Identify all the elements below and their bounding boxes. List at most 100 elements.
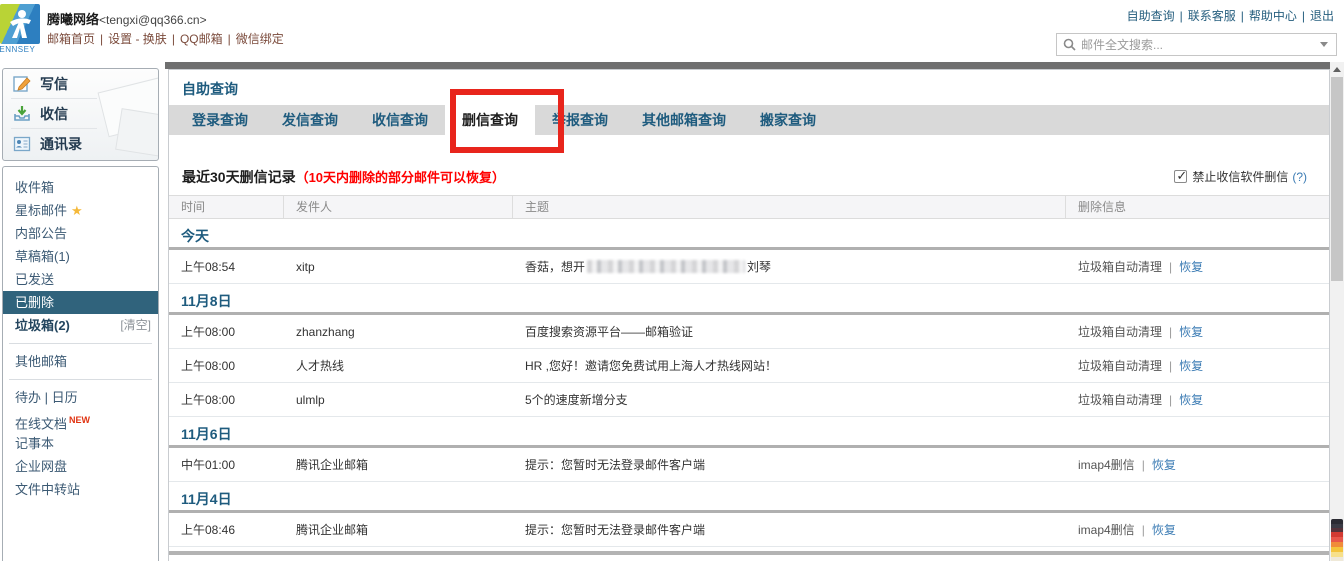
- record-header-row: 最近30天删信记录（10天内删除的部分邮件可以恢复） 禁止收信软件删信 (?): [182, 167, 1315, 187]
- top-link-separator: |: [1302, 9, 1305, 23]
- empty-spam-link[interactable]: [清空]: [120, 314, 151, 337]
- row-delete-info: 垃圾箱自动清理 | 恢复: [1066, 357, 1329, 374]
- restore-link[interactable]: 恢复: [1179, 393, 1203, 407]
- link-logout[interactable]: 退出: [1310, 9, 1334, 23]
- brand-logo: TENNSEY: [0, 4, 44, 56]
- account-info: 腾曦网络<tengxi@qq366.cn>: [47, 9, 207, 28]
- mail-search-box[interactable]: [1056, 33, 1337, 56]
- contacts-icon: [13, 135, 31, 153]
- row-time: 上午08:00: [169, 357, 284, 374]
- main-panel: 自助查询 登录查询 发信查询 收信查询 删信查询 举报查询 其他邮箱查询 搬家查…: [168, 69, 1330, 561]
- row-subject: 提示：您暂时无法登录邮件客户端: [513, 456, 1066, 473]
- table-row: 中午01:00 腾讯企业邮箱 提示：您暂时无法登录邮件客户端 imap4删信|恢…: [169, 448, 1329, 482]
- restore-link[interactable]: 恢复: [1179, 359, 1203, 373]
- sidebar-item-sent[interactable]: 已发送: [3, 268, 158, 291]
- sidebar-item-internal-announcements[interactable]: 内部公告: [3, 222, 158, 245]
- sidebar-item-other-mailboxes[interactable]: 其他邮箱: [3, 350, 158, 373]
- delete-reason: imap4删信: [1078, 458, 1135, 472]
- tab-report-query[interactable]: 举报查询: [535, 105, 625, 135]
- folder-label: 已删除: [15, 295, 54, 310]
- receive-mail-button[interactable]: 收信: [3, 99, 158, 129]
- nav-link-wechat-bind[interactable]: 微信绑定: [236, 32, 284, 46]
- nav-link-mail-home[interactable]: 邮箱首页: [47, 32, 95, 46]
- restore-link[interactable]: 恢复: [1152, 523, 1176, 537]
- sidebar-item-file-transfer[interactable]: 文件中转站: [3, 478, 158, 501]
- folder-label: 在线文档: [15, 416, 67, 431]
- row-time: 上午08:54: [169, 258, 284, 275]
- link-contact-support[interactable]: 联系客服: [1188, 9, 1236, 23]
- tab-other-mailbox-query[interactable]: 其他邮箱查询: [625, 105, 743, 135]
- deleted-mail-table: 今天 上午08:54 xitp 香菇，想开刘琴 垃圾箱自动清理|恢复 11月8日…: [169, 219, 1329, 555]
- row-subject: 百度搜索资源平台——邮箱验证: [513, 323, 1066, 340]
- tab-received-query[interactable]: 收信查询: [355, 105, 445, 135]
- sidebar-item-inbox[interactable]: 收件箱: [3, 176, 158, 199]
- compose-icon: [13, 75, 31, 93]
- sidebar-item-company-drive[interactable]: 企业网盘: [3, 455, 158, 478]
- delete-info-separator: |: [1142, 523, 1145, 537]
- record-title: 最近30天删信记录: [182, 169, 296, 185]
- delete-info-separator: |: [1142, 458, 1145, 472]
- tab-login-query[interactable]: 登录查询: [175, 105, 265, 135]
- link-help-center[interactable]: 帮助中心: [1249, 9, 1297, 23]
- sidebar-item-todo-calendar[interactable]: 待办 | 日历: [3, 386, 158, 409]
- table-row: 上午08:00 ulmlp 5个的速度新增分支 垃圾箱自动清理|恢复: [169, 383, 1329, 417]
- nav-separator: |: [228, 32, 231, 46]
- delete-info-separator: |: [1169, 393, 1172, 407]
- row-sender: ulmlp: [284, 393, 513, 407]
- block-client-delete-option: 禁止收信软件删信 (?): [1174, 168, 1307, 185]
- link-self-query[interactable]: 自助查询: [1127, 9, 1175, 23]
- sidebar-item-spam[interactable]: 垃圾箱(2) [清空]: [3, 314, 158, 337]
- nav-link-qqmail[interactable]: QQ邮箱: [180, 32, 223, 46]
- delete-reason: imap4删信: [1078, 523, 1135, 537]
- delete-reason: 垃圾箱自动清理: [1078, 359, 1162, 373]
- header: TENNSEY 腾曦网络<tengxi@qq366.cn> 邮箱首页 | 设置 - …: [0, 0, 1344, 62]
- sidebar-item-starred[interactable]: 星标邮件★: [3, 199, 158, 222]
- sidebar-item-deleted[interactable]: 已删除: [3, 291, 158, 314]
- row-sender: 腾讯企业邮箱: [284, 521, 513, 538]
- delete-info-separator: |: [1169, 359, 1172, 373]
- date-group-header: 今天: [169, 223, 1329, 250]
- block-client-delete-checkbox[interactable]: [1174, 170, 1187, 183]
- search-input[interactable]: [1081, 38, 1320, 52]
- sidebar-compose-box: 写信 收信 通讯录: [2, 68, 159, 161]
- sidebar-item-drafts[interactable]: 草稿箱(1): [3, 245, 158, 268]
- table-row: 上午08:54 xitp 香菇，想开刘琴 垃圾箱自动清理|恢复: [169, 250, 1329, 284]
- top-link-separator: |: [1241, 9, 1244, 23]
- row-time: 中午01:00: [169, 456, 284, 473]
- row-sender: zhanzhang: [284, 325, 513, 339]
- restore-link[interactable]: 恢复: [1152, 458, 1176, 472]
- person-figure-icon: [7, 8, 33, 40]
- sidebar-item-online-docs[interactable]: 在线文档NEW: [3, 409, 158, 432]
- new-badge: NEW: [69, 415, 90, 425]
- contacts-button[interactable]: 通讯录: [3, 129, 158, 159]
- vertical-scrollbar[interactable]: [1330, 62, 1344, 561]
- account-email: <tengxi@qq366.cn>: [99, 13, 207, 27]
- scrollbar-up-button[interactable]: [1330, 62, 1344, 76]
- scrollbar-thumb[interactable]: [1331, 77, 1343, 281]
- folder-label: 垃圾箱(2): [15, 318, 70, 333]
- row-sender: 人才热线: [284, 357, 513, 374]
- row-delete-info: 垃圾箱自动清理|恢复: [1066, 258, 1329, 275]
- row-delete-info: 垃圾箱自动清理|恢复: [1066, 323, 1329, 340]
- tab-sent-query[interactable]: 发信查询: [265, 105, 355, 135]
- delete-info-separator: |: [1169, 325, 1172, 339]
- nav-link-settings-skin[interactable]: 设置 - 换肤: [108, 32, 167, 46]
- content-top-bar: [165, 62, 1344, 69]
- folder-label: 文件中转站: [15, 482, 80, 497]
- page-title: 自助查询: [182, 79, 238, 99]
- header-nav: 邮箱首页|设置 - 换肤|QQ邮箱|微信绑定: [47, 30, 284, 47]
- restore-link[interactable]: 恢复: [1179, 260, 1203, 274]
- receive-icon: [13, 105, 31, 123]
- restore-link[interactable]: 恢复: [1179, 325, 1203, 339]
- tab-deleted-query[interactable]: 删信查询: [445, 101, 535, 135]
- top-right-links: 自助查询|联系客服|帮助中心|退出: [1127, 7, 1334, 24]
- search-options-dropdown-icon[interactable]: [1320, 42, 1328, 47]
- sidebar-item-notebook[interactable]: 记事本: [3, 432, 158, 455]
- redacted-text-blur: [587, 260, 745, 273]
- help-question-link[interactable]: (?): [1292, 170, 1307, 184]
- compose-mail-button[interactable]: 写信: [3, 69, 158, 99]
- delete-reason: 垃圾箱自动清理: [1078, 393, 1162, 407]
- tab-migration-query[interactable]: 搬家查询: [743, 105, 833, 135]
- delete-reason: 垃圾箱自动清理: [1078, 260, 1162, 274]
- contacts-label: 通讯录: [40, 134, 82, 154]
